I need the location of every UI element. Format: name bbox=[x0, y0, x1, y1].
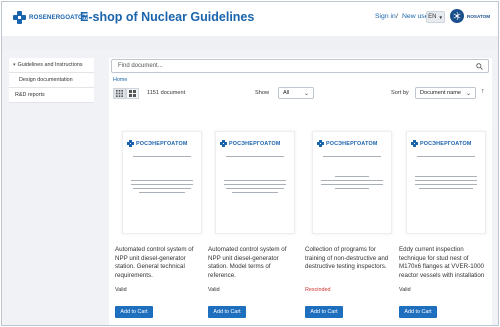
thumbnail-logo: РОСЭНЕРГОАТОМ bbox=[411, 140, 472, 147]
grid-view-button[interactable] bbox=[113, 88, 126, 99]
rosatom-logo[interactable]: ROSATOM bbox=[450, 9, 490, 23]
page-frame: ROSENERGOATOM E-shop of Nuclear Guidelin… bbox=[1, 1, 499, 326]
site-title: E-shop of Nuclear Guidelines bbox=[80, 10, 255, 24]
sidebar-item-label: R&D reports bbox=[15, 92, 45, 98]
category-list: ▾ Guidelines and Instructions Design doc… bbox=[9, 58, 94, 103]
grid-icon bbox=[116, 90, 123, 97]
chevron-down-icon: ⌄ bbox=[465, 91, 471, 97]
show-select-value: All bbox=[283, 90, 290, 96]
view-toggle bbox=[113, 88, 139, 99]
rosenergoatom-logo-icon bbox=[127, 140, 134, 147]
document-title[interactable]: Eddy current inspection technique for st… bbox=[399, 246, 491, 280]
thumbnail-logo: РОСЭНЕРГОАТОМ bbox=[220, 140, 281, 147]
catalog-panel: Find document... Home 1151 document Show… bbox=[109, 58, 492, 325]
document-thumbnail[interactable]: РОСЭНЕРГОАТОМ bbox=[406, 131, 486, 234]
add-to-cart-button[interactable]: Add to Cart bbox=[305, 306, 343, 318]
sidebar-item-rd-reports[interactable]: R&D reports bbox=[9, 88, 94, 103]
language-value: EN bbox=[428, 14, 437, 20]
rosenergoatom-logo-icon bbox=[13, 11, 26, 24]
search-input[interactable]: Find document... bbox=[111, 59, 489, 73]
caret-down-icon: ▾ bbox=[13, 62, 16, 68]
sort-select[interactable]: Document name ⌄ bbox=[415, 87, 476, 99]
document-status: Valid bbox=[208, 287, 220, 293]
sidebar-item-design-documentation[interactable]: Design documentation bbox=[9, 73, 94, 88]
rosenergoatom-logo-icon bbox=[411, 140, 418, 147]
sidebar-item-guidelines[interactable]: ▾ Guidelines and Instructions bbox=[9, 58, 94, 73]
header-divider-band bbox=[2, 36, 498, 50]
document-thumbnail[interactable]: РОСЭНЕРГОАТОМ bbox=[215, 131, 295, 234]
site-header: ROSENERGOATOM E-shop of Nuclear Guidelin… bbox=[2, 2, 498, 36]
tile-view-button[interactable] bbox=[126, 88, 139, 99]
sort-direction-arrow-icon[interactable]: ↑ bbox=[481, 88, 485, 95]
thumbnail-logo: РОСЭНЕРГОАТОМ bbox=[127, 140, 188, 147]
add-to-cart-button[interactable]: Add to Cart bbox=[399, 306, 437, 318]
add-to-cart-button[interactable]: Add to Cart bbox=[208, 306, 246, 318]
show-label: Show bbox=[255, 90, 269, 96]
sidebar-item-label: Guidelines and Instructions bbox=[17, 62, 83, 68]
chevron-down-icon: ▼ bbox=[438, 14, 443, 20]
rosenergoatom-logo[interactable]: ROSENERGOATOM bbox=[13, 11, 88, 24]
show-select[interactable]: All ⌄ bbox=[278, 87, 314, 99]
rosenergoatom-logo-icon bbox=[220, 140, 227, 147]
thumbnail-logo: РОСЭНЕРГОАТОМ bbox=[317, 140, 378, 147]
search-placeholder: Find document... bbox=[118, 63, 163, 69]
document-title[interactable]: Automated control system of NPP unit die… bbox=[208, 246, 300, 280]
tile-icon bbox=[129, 90, 136, 97]
rosenergoatom-logo-icon bbox=[317, 140, 324, 147]
breadcrumb-home[interactable]: Home bbox=[113, 77, 127, 83]
main-content: Find document... Home 1151 document Show… bbox=[94, 50, 498, 325]
document-count: 1151 document bbox=[147, 90, 186, 96]
sidebar-item-label: Design documentation bbox=[19, 77, 73, 83]
language-selector[interactable]: EN ▼ bbox=[426, 11, 445, 23]
search-icon[interactable] bbox=[476, 63, 483, 70]
rosatom-logo-icon bbox=[450, 9, 464, 23]
sort-select-value: Document name bbox=[420, 90, 462, 96]
document-thumbnail[interactable]: РОСЭНЕРГОАТОМ bbox=[122, 131, 202, 234]
sort-label: Sort by bbox=[391, 90, 409, 96]
document-status: Valid bbox=[399, 287, 411, 293]
sign-in-link[interactable]: Sign in bbox=[375, 13, 396, 20]
document-title[interactable]: Automated control system of NPP unit die… bbox=[115, 246, 207, 280]
sidebar: ▾ Guidelines and Instructions Design doc… bbox=[2, 50, 94, 325]
document-status: Valid bbox=[115, 287, 127, 293]
link-separator: / bbox=[396, 13, 398, 20]
document-title[interactable]: Collection of programs for training of n… bbox=[305, 246, 397, 272]
add-to-cart-button[interactable]: Add to Cart bbox=[115, 306, 153, 318]
document-status: Rescinded bbox=[305, 287, 331, 293]
rosatom-text: ROSATOM bbox=[467, 13, 491, 19]
document-thumbnail[interactable]: РОСЭНЕРГОАТОМ bbox=[312, 131, 392, 234]
chevron-down-icon: ⌄ bbox=[303, 91, 309, 97]
